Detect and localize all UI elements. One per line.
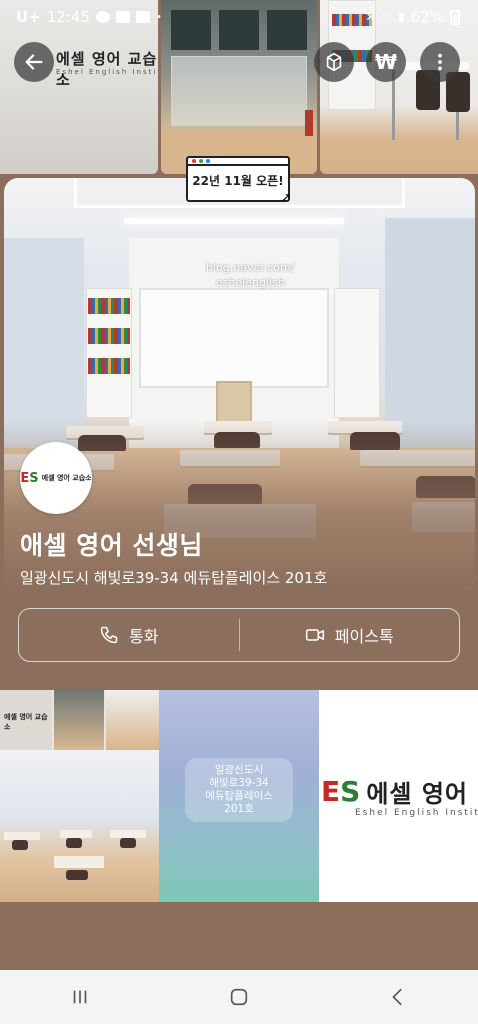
recent-apps-icon [73, 990, 86, 1004]
system-nav-bar [0, 970, 478, 1024]
wifi-icon: ◠ [381, 10, 393, 24]
logo-en: Eshel English Instit [355, 808, 478, 818]
logo-mark: ES [321, 775, 361, 808]
carrier-text: U+ [16, 8, 41, 26]
time-text: 12:45 [46, 8, 90, 26]
facetalk-label: 페이스톡 [334, 627, 394, 646]
cube-button[interactable] [314, 42, 354, 82]
signal-icon: ▮ [398, 10, 405, 24]
gallery-icon [115, 11, 130, 23]
wall-logo: 에셀 영어 교습소 Eshel English Institute [56, 48, 158, 90]
call-label: 통화 [129, 627, 159, 646]
home-icon [230, 988, 248, 1006]
back-button[interactable] [14, 42, 54, 82]
thumbnail-row: 에셀 영어 교습소 일광신도시 해빛로39-34 에듀탑플레이스 201호 ES… [0, 690, 478, 902]
avatar[interactable]: ES 에셀 영어 교습소 [20, 442, 92, 514]
call-button[interactable]: 통화 [19, 609, 239, 661]
blog-watermark: blog.naver.com/ eshelenglish [206, 260, 294, 290]
chevron-left-icon [392, 988, 402, 1006]
video-camera-icon [305, 629, 324, 641]
profile-title: 애셀 영어 선생님 [20, 531, 203, 560]
phone-icon [100, 626, 118, 644]
address-card-line1: 일광신도시 [214, 764, 264, 776]
whiteboard [139, 288, 329, 388]
opening-badge-text: 22년 11월 오픈! [192, 174, 284, 188]
arrow-left-icon [25, 54, 43, 70]
podium [216, 381, 252, 425]
status-bar: U+ 12:45 • ✕ ◠ ▮ 62% [0, 0, 478, 34]
logo: ES 에셀 영어 교습 [321, 774, 478, 809]
price-button[interactable]: ₩ [366, 42, 406, 82]
thumbnail-logo[interactable]: ES 에셀 영어 교습 Eshel English Instit [319, 690, 478, 902]
thumbnail-address-card[interactable]: 일광신도시 해빛로39-34 에듀탑플레이스 201호 [159, 690, 319, 902]
opening-badge: 22년 11월 오픈! ➚ [186, 156, 292, 206]
thumbnail-collage[interactable]: 에셀 영어 교습소 [0, 690, 159, 902]
action-bar: 통화 페이스톡 [18, 608, 460, 662]
battery-icon [450, 9, 460, 25]
logo-name: 에셀 영어 교습 [366, 780, 478, 808]
home-button[interactable] [209, 977, 269, 1017]
battery-percent: 62% [410, 8, 444, 26]
dot-icon: • [155, 11, 162, 23]
address-card-line4: 201호 [224, 803, 254, 815]
watermark-line1: blog.naver.com/ [206, 261, 295, 274]
avatar-name: 에셀 영어 교습소 [41, 474, 92, 482]
address-card-line2: 해빛로39-34 [209, 777, 269, 789]
more-vertical-icon [438, 53, 442, 71]
more-button[interactable] [420, 42, 460, 82]
back-nav-button[interactable] [368, 977, 428, 1017]
won-icon: ₩ [374, 50, 398, 74]
address-card: 일광신도시 해빛로39-34 에듀탑플레이스 201호 [185, 758, 293, 822]
recent-apps-button[interactable] [50, 977, 110, 1017]
mute-icon: ✕ [365, 10, 376, 24]
wall-logo-en-text: Eshel English Institute [56, 68, 158, 76]
notification-icon [95, 11, 110, 23]
address-card-line3: 에듀탑플레이스 [205, 790, 273, 802]
profile-address: 일광신도시 해빛로39-34 에듀탑플레이스 201호 [20, 569, 328, 587]
facetalk-button[interactable]: 페이스톡 [240, 609, 460, 661]
youtube-icon [135, 11, 150, 23]
watermark-line2: eshelenglish [215, 276, 285, 289]
cube-icon [326, 52, 342, 72]
avatar-logo-mark: ES [20, 470, 39, 486]
cursor-icon: ➚ [280, 190, 292, 206]
